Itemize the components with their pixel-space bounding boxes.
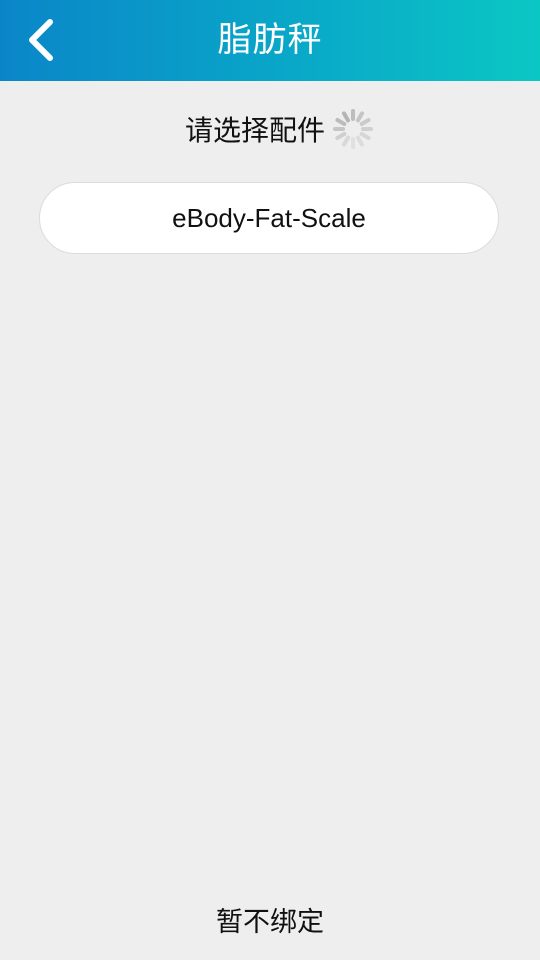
device-name: eBody-Fat-Scale [172, 202, 366, 233]
skip-binding-button[interactable]: 暂不绑定 [170, 895, 370, 951]
device-list-item[interactable]: eBody-Fat-Scale [39, 182, 499, 254]
page-title: 脂肪秤 [217, 20, 323, 60]
loading-spinner-icon [329, 105, 377, 153]
app-header: 脂肪秤 [0, 0, 540, 81]
select-accessory-label: 请选择配件 [184, 114, 325, 147]
accessory-select-header: 请选择配件 [0, 103, 540, 155]
